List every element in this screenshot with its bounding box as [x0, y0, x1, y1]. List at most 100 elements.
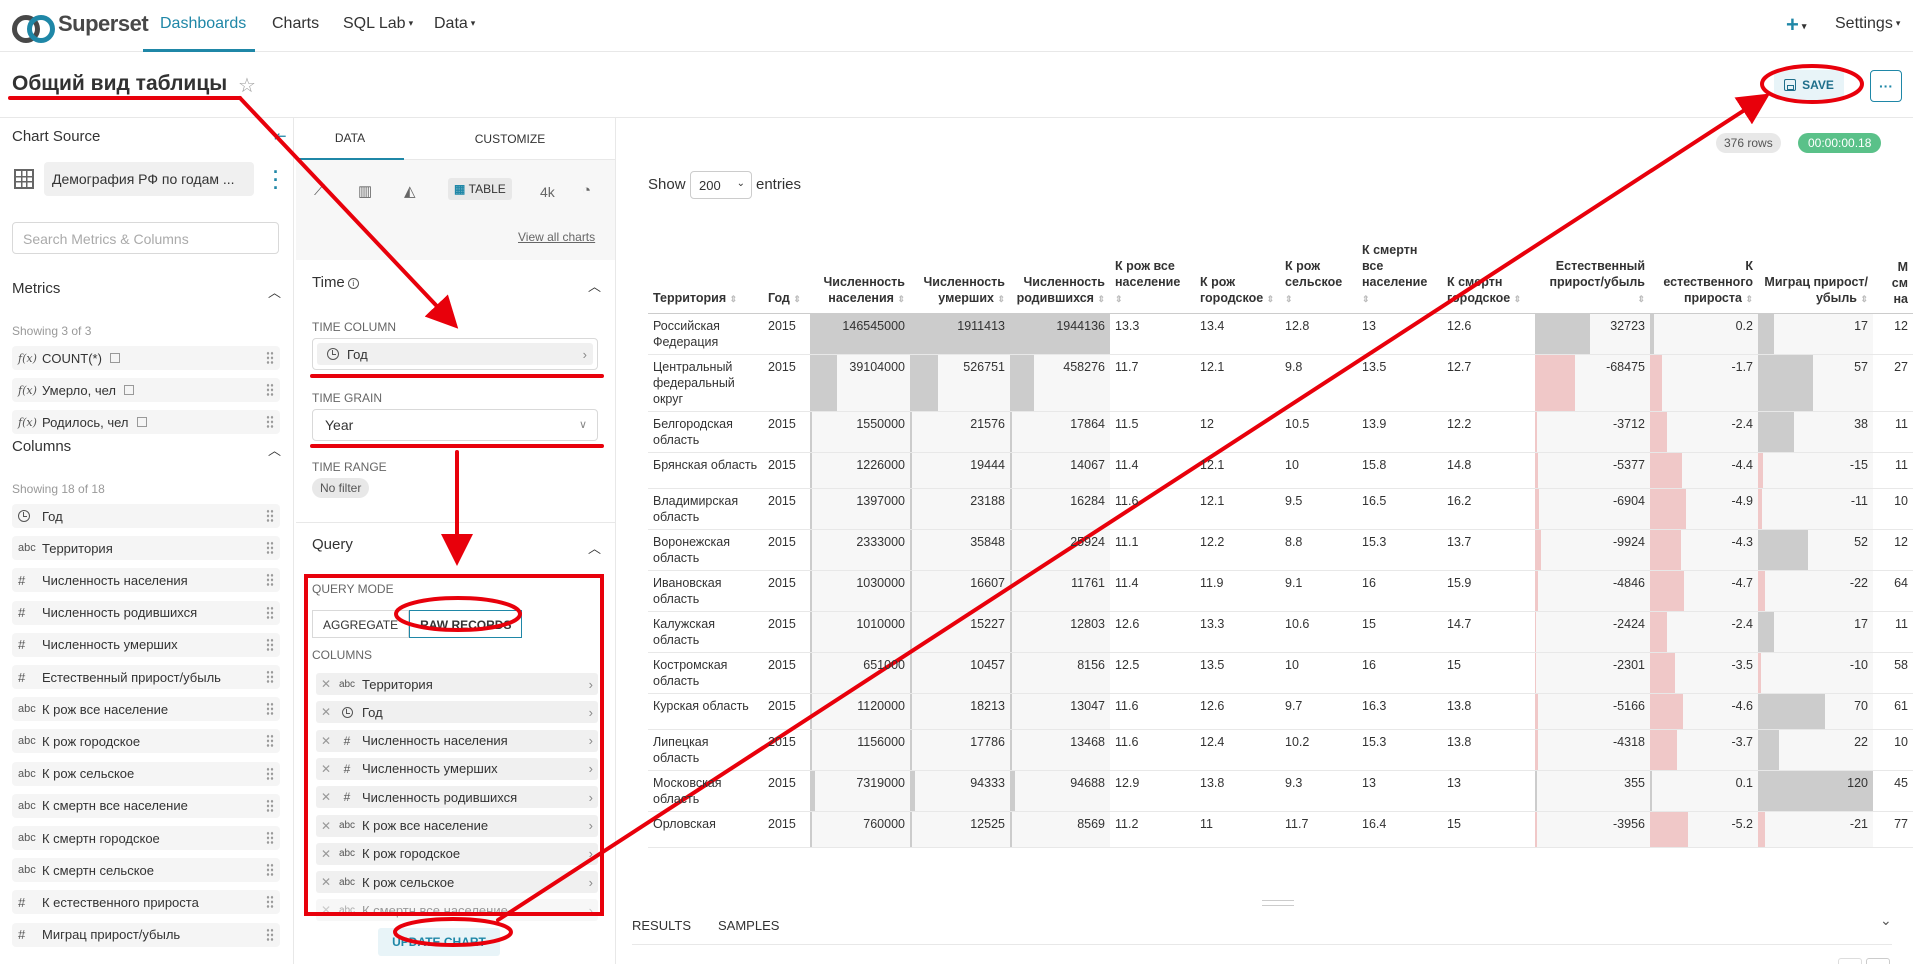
- sort-icon[interactable]: ⇕: [1097, 294, 1105, 304]
- remove-icon[interactable]: ✕: [316, 734, 336, 748]
- column-header[interactable]: М см на: [1873, 238, 1913, 314]
- column-header[interactable]: Численность населения ⇕: [810, 238, 910, 314]
- remove-icon[interactable]: ✕: [316, 762, 336, 776]
- sort-icon[interactable]: ⇕: [997, 294, 1005, 304]
- query-column-pill[interactable]: ✕ abc К рож городское ›: [316, 842, 598, 865]
- remove-icon[interactable]: ✕: [316, 677, 336, 691]
- chevron-right-icon[interactable]: ›: [589, 733, 593, 748]
- column-item[interactable]: abc К смертн городское: [12, 826, 280, 850]
- remove-icon[interactable]: ✕: [316, 903, 336, 917]
- drag-handle-icon[interactable]: [266, 798, 274, 813]
- superset-logo[interactable]: Superset: [12, 10, 149, 43]
- column-item[interactable]: abc К смертн все население: [12, 793, 280, 818]
- column-header[interactable]: К рож городское ⇕: [1195, 238, 1280, 314]
- column-header[interactable]: Миграц прирост/убыль ⇕: [1758, 238, 1873, 314]
- datasource-name[interactable]: Демография РФ по годам ...: [44, 162, 254, 196]
- update-chart-button[interactable]: UPDATE CHART: [378, 928, 500, 956]
- remove-icon[interactable]: ✕: [316, 705, 336, 719]
- column-item[interactable]: abc К смертн сельское: [12, 858, 280, 883]
- nav-dashboards[interactable]: Dashboards: [160, 15, 246, 33]
- save-button[interactable]: SAVE: [1774, 70, 1844, 100]
- chevron-up-icon[interactable]: ︿: [268, 440, 281, 459]
- drag-handle-icon[interactable]: [266, 383, 274, 397]
- more-options-button[interactable]: ···: [1870, 70, 1902, 102]
- chevron-right-icon[interactable]: ›: [589, 903, 593, 918]
- drag-handle-icon[interactable]: [266, 351, 274, 365]
- sort-icon[interactable]: ⇕: [897, 294, 905, 304]
- column-header[interactable]: Естественный прирост/убыль ⇕: [1535, 238, 1650, 314]
- drag-handle-icon[interactable]: [266, 573, 274, 588]
- collapse-panel-icon[interactable]: ⇤: [274, 127, 287, 145]
- query-column-pill[interactable]: ✕ # Численность населения ›: [316, 729, 598, 752]
- query-column-pill[interactable]: ✕ # Численность умерших ›: [316, 757, 598, 780]
- chevron-right-icon[interactable]: ›: [589, 790, 593, 805]
- area-chart-icon[interactable]: ◭: [404, 182, 416, 200]
- column-item[interactable]: # К естественного прироста: [12, 890, 280, 915]
- vertical-dots-icon[interactable]: · · ·: [272, 163, 280, 197]
- column-item[interactable]: abc К рож городское: [12, 729, 280, 754]
- chevron-right-icon[interactable]: ›: [589, 705, 593, 720]
- drag-handle-icon[interactable]: [266, 637, 274, 652]
- time-column-control[interactable]: Год ›: [312, 338, 598, 370]
- chevron-down-icon[interactable]: ⌄: [1880, 912, 1892, 929]
- drag-handle-icon[interactable]: [266, 831, 274, 845]
- tab-data[interactable]: DATA: [296, 118, 404, 160]
- remove-icon[interactable]: ✕: [316, 819, 336, 833]
- column-header[interactable]: Год ⇕: [763, 238, 810, 314]
- column-header[interactable]: Численность родившихся ⇕: [1010, 238, 1110, 314]
- time-column-pill[interactable]: Год ›: [317, 343, 593, 365]
- metric-item[interactable]: f(x) Родилось, чел: [12, 410, 280, 434]
- info-icon[interactable]: i: [347, 277, 359, 289]
- viz-table-selected[interactable]: ▦ TABLE: [448, 178, 512, 200]
- query-column-pill[interactable]: ✕ abc К рож сельское ›: [316, 871, 598, 894]
- sort-icon[interactable]: ⇕: [1745, 294, 1753, 304]
- remove-icon[interactable]: ✕: [316, 875, 336, 889]
- remove-icon[interactable]: ✕: [316, 790, 336, 804]
- query-section-title[interactable]: Query: [312, 536, 353, 553]
- line-chart-icon[interactable]: ⟋: [314, 182, 325, 199]
- results-table-container[interactable]: Территория ⇕ Год ⇕ Численность населения ⇕…: [648, 238, 1913, 950]
- sort-icon[interactable]: ⇕: [1362, 294, 1370, 304]
- page-1-button[interactable]: 1: [1838, 958, 1862, 964]
- column-header[interactable]: Численность умерших ⇕: [910, 238, 1010, 314]
- chart-title[interactable]: Общий вид таблицы: [12, 72, 227, 96]
- tab-customize[interactable]: CUSTOMIZE: [404, 118, 615, 160]
- sort-icon[interactable]: ⇕: [793, 294, 801, 304]
- column-header[interactable]: К рож все население ⇕: [1110, 238, 1195, 314]
- drag-handle-icon[interactable]: [266, 605, 274, 620]
- time-range-value[interactable]: No filter: [312, 478, 370, 498]
- nav-data[interactable]: Data ▾: [434, 15, 475, 33]
- drag-handle-icon[interactable]: [266, 927, 274, 942]
- new-menu-button[interactable]: + ▾: [1786, 12, 1806, 38]
- sort-icon[interactable]: ⇕: [730, 294, 738, 304]
- pie-chart-icon[interactable]: ◔: [582, 182, 591, 199]
- metrics-section-title[interactable]: Metrics: [12, 280, 60, 297]
- columns-section-title[interactable]: Columns: [12, 438, 71, 455]
- column-header[interactable]: К естественного прироста ⇕: [1650, 238, 1758, 314]
- chevron-right-icon[interactable]: ›: [589, 761, 593, 776]
- chevron-right-icon[interactable]: ›: [583, 347, 587, 362]
- chevron-right-icon[interactable]: ›: [589, 818, 593, 833]
- query-column-pill[interactable]: ✕ abc Территория ›: [316, 673, 598, 695]
- column-item[interactable]: # Численность родившихся: [12, 600, 280, 625]
- remove-icon[interactable]: ✕: [316, 847, 336, 861]
- query-column-pill[interactable]: ✕ abc К смертн все население ›: [316, 899, 598, 922]
- chevron-right-icon[interactable]: ›: [589, 677, 593, 692]
- column-header[interactable]: К смертн городское ⇕: [1442, 238, 1535, 314]
- search-metrics-columns-input[interactable]: Search Metrics & Columns: [12, 222, 279, 254]
- drag-handle-icon[interactable]: [266, 895, 274, 910]
- drag-handle-icon[interactable]: [266, 670, 274, 684]
- time-grain-select[interactable]: Year ∨: [312, 409, 598, 441]
- drag-handle-icon[interactable]: [266, 734, 274, 749]
- column-header[interactable]: К смертн все население ⇕: [1357, 238, 1442, 314]
- sort-icon[interactable]: ⇕: [1514, 294, 1522, 304]
- column-item[interactable]: abc К рож все население: [12, 697, 280, 722]
- tab-samples[interactable]: SAMPLES: [718, 918, 779, 933]
- settings-menu[interactable]: Settings ▾: [1835, 15, 1900, 33]
- metric-item[interactable]: f(x) Умерло, чел: [12, 378, 280, 402]
- column-item[interactable]: # Миграц прирост/убыль: [12, 922, 280, 947]
- panel-resize-handle[interactable]: [1262, 900, 1294, 906]
- sort-icon[interactable]: ⇕: [1637, 294, 1645, 304]
- column-item[interactable]: Год: [12, 504, 280, 528]
- star-icon[interactable]: ☆: [238, 73, 256, 98]
